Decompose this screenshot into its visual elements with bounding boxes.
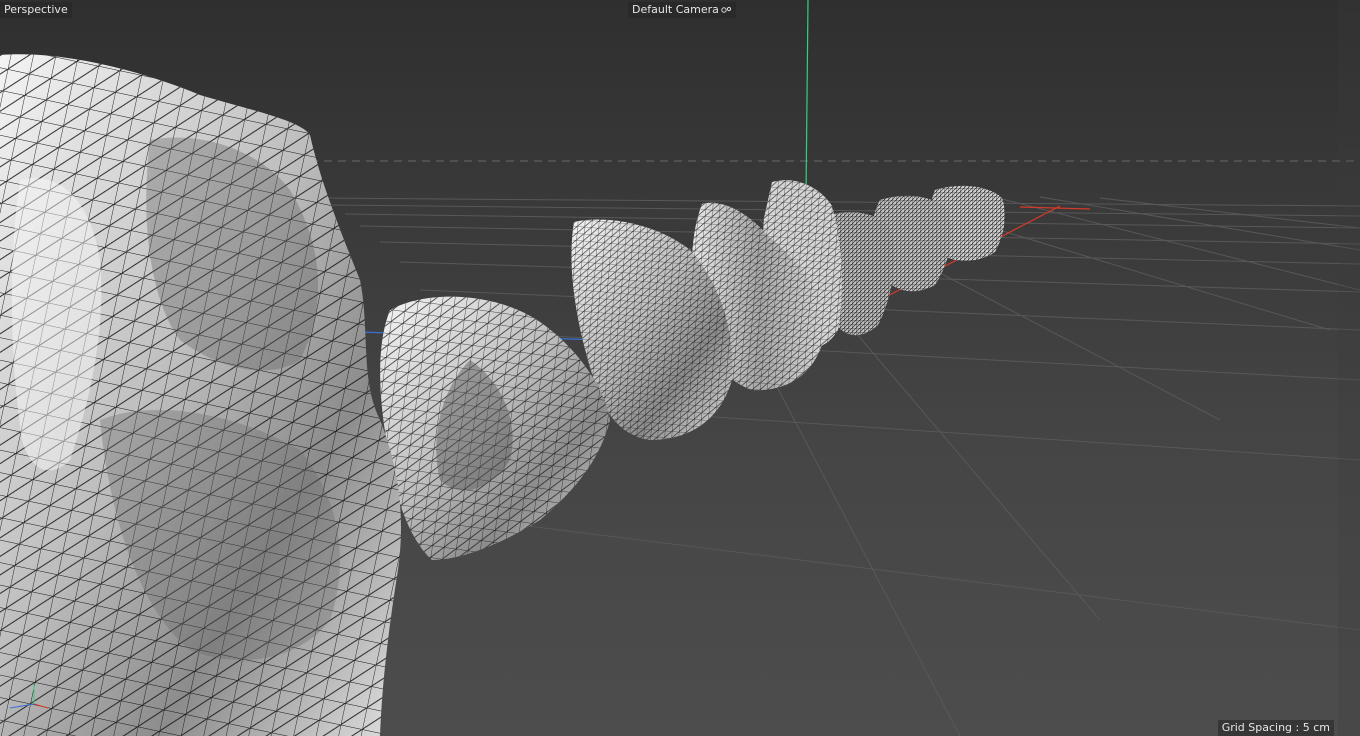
grid-spacing-readout: Grid Spacing : 5 cm: [1217, 720, 1334, 736]
viewport-edge: [1338, 0, 1360, 736]
y-axis-line: [805, 0, 809, 197]
view-mode-menu[interactable]: Perspective: [0, 2, 72, 18]
axis-gizmo: [9, 684, 49, 709]
mesh-object-2[interactable]: [0, 54, 401, 736]
view-mode-label: Perspective: [4, 3, 68, 16]
camera-menu[interactable]: Default Camera: [628, 2, 736, 18]
grid-spacing-label: Grid Spacing : 5 cm: [1221, 721, 1330, 734]
camera-label: Default Camera: [632, 3, 719, 16]
camera-icon: [721, 6, 731, 13]
3d-viewport[interactable]: Perspective Default Camera Grid Spacing …: [0, 0, 1360, 736]
mesh-object-3[interactable]: [380, 296, 610, 560]
viewport-scene[interactable]: [0, 0, 1360, 736]
